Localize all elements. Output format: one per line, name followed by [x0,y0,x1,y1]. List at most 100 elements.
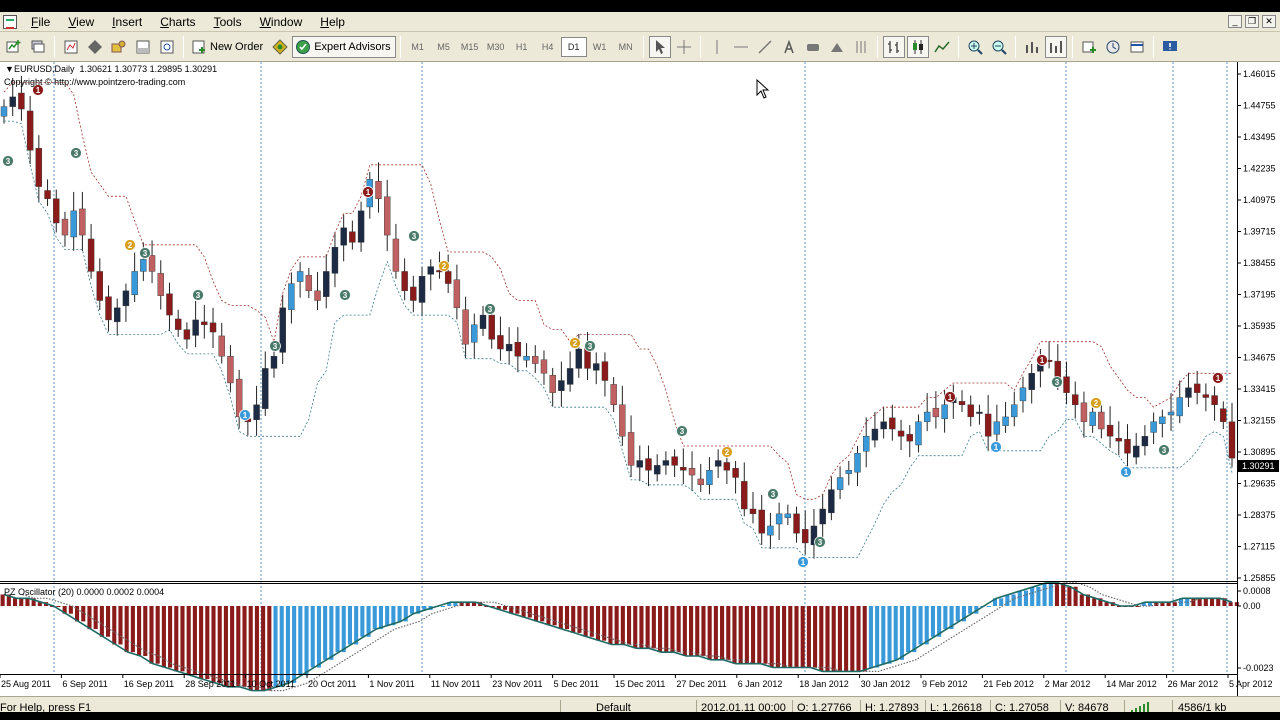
candle-body [688,468,696,476]
close-icon[interactable]: ✕ [1262,15,1276,28]
osc-bar [918,606,923,645]
signal-number: 2 [1094,399,1099,408]
osc-bar [217,606,222,683]
candle-body [357,210,365,243]
timeframe-m15[interactable]: M15 [457,37,483,57]
navigator-icon[interactable] [108,36,130,58]
candle-body [201,321,208,325]
osc-bar [1197,598,1202,606]
timeframe-h1[interactable]: H1 [509,37,535,57]
osc-bar [323,606,328,660]
menu-charts[interactable]: Charts [151,15,204,29]
label-icon[interactable] [802,36,824,58]
menu-tools[interactable]: Tools [205,15,251,29]
candle-body [1228,421,1236,459]
osc-bar [261,606,266,691]
menu-view[interactable]: View [59,15,103,29]
menu-window[interactable]: Window [251,15,312,29]
timeframe-m30[interactable]: M30 [483,37,509,57]
tile-windows-icon[interactable] [1021,36,1043,58]
candle-body [340,227,347,246]
period-separators-icon[interactable] [850,36,872,58]
timeframe-h4[interactable]: H4 [535,37,561,57]
candle-body [610,384,617,405]
indicators-icon[interactable] [1078,36,1100,58]
strategy-tester-icon[interactable] [156,36,178,58]
candlestick-icon[interactable] [906,35,929,58]
market-watch-icon[interactable] [60,36,82,58]
menu-help[interactable]: Help [311,15,354,29]
osc-bar [701,606,706,656]
terminal-icon[interactable] [132,36,154,58]
minimize-icon[interactable]: _ [1228,15,1242,28]
line-chart-icon[interactable] [931,36,953,58]
signal-number: 3 [412,232,417,241]
candle-body [662,460,670,466]
new-order-button[interactable]: New Order [188,36,268,58]
arrows-icon[interactable] [826,36,848,58]
periods-icon[interactable] [1102,36,1124,58]
osc-bar [751,606,756,664]
app-chart-icon[interactable] [3,14,17,29]
osc-bar [930,606,935,637]
osc-bar [360,606,365,637]
osc-bar [800,606,805,668]
osc-bar [1042,582,1047,606]
templates-icon[interactable] [1126,36,1148,58]
cursor-icon[interactable] [648,35,671,58]
data-window-icon[interactable] [84,36,106,58]
osc-tick-label: 0.00 [1243,601,1261,611]
trendline-icon[interactable] [754,36,776,58]
price-chart[interactable]: 1 3 3 2 3 3 1 3 3 1 3 2 3 2 3 3 2 3 1 3 1 1 1 3 2 1 3 1 1.46015 1.44… [0,62,1280,696]
auto-scroll-icon[interactable] [1044,35,1067,58]
osc-bar [713,606,718,660]
signal-number: 3 [680,427,685,436]
zoom-out-icon[interactable] [988,36,1010,58]
restore-icon[interactable]: ❐ [1245,15,1259,28]
candle-body [1176,397,1183,417]
timeframe-mn[interactable]: MN [613,37,639,57]
timeframe-d1[interactable]: D1 [560,36,587,57]
osc-bar [329,606,334,660]
zoom-in-icon[interactable] [964,36,986,58]
candle-body [418,276,426,303]
timeframe-w1[interactable]: W1 [587,37,613,57]
candle-body [540,359,548,374]
menu-insert[interactable]: Insert [103,15,151,29]
chat-icon[interactable] [1159,36,1181,58]
osc-bar [292,606,297,683]
metaeditor-icon[interactable] [269,36,291,58]
osc-bar [806,606,811,668]
osc-bar [1234,602,1239,606]
menu-file[interactable]: File [22,15,59,29]
window-controls: _ ❐ ✕ [1228,15,1276,28]
signal-number: 1 [994,443,999,452]
osc-bar [254,606,259,691]
new-chart-icon[interactable] [3,36,25,58]
profiles-icon[interactable] [27,36,49,58]
date-tick-label: 30 Jan 2012 [861,679,911,689]
date-tick-label: 16 Sep 2011 [124,679,174,689]
text-icon[interactable] [778,36,800,58]
bar-chart-icon[interactable] [882,35,905,58]
candle-body [96,271,104,301]
signal-number: 2 [442,262,447,271]
candle-body [566,368,574,385]
chart-window[interactable]: 1 3 3 2 3 3 1 3 3 1 3 2 3 2 3 3 2 3 1 3 1 1 1 3 2 1 3 1 1.46015 1.44… [0,62,1280,696]
osc-bar [862,606,867,672]
crosshair-icon[interactable] [673,36,695,58]
osc-bar [763,606,768,664]
price-tick-label: 1.35935 [1243,321,1276,331]
candle-body [941,404,948,420]
toolbar: New Order Expert Advisors M1 M5 M15 M30 … [0,32,1280,62]
date-tick-label: 23 Nov 2011 [492,679,542,689]
vertical-line-icon[interactable] [706,36,728,58]
candle-body [915,421,922,446]
timeframe-m1[interactable]: M1 [405,37,431,57]
expert-advisors-button[interactable]: Expert Advisors [292,35,396,58]
price-tick-label: 1.43495 [1243,132,1276,142]
timeframe-m5[interactable]: M5 [431,37,457,57]
horizontal-line-icon[interactable] [730,36,752,58]
candle-body [392,238,400,272]
osc-bar [248,606,253,691]
